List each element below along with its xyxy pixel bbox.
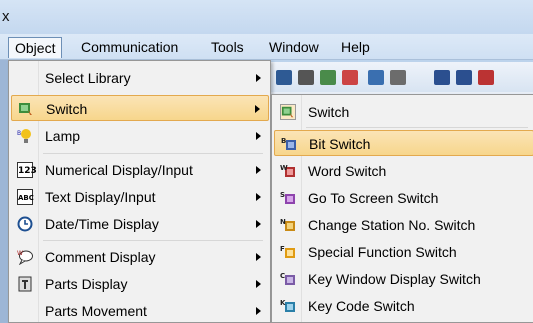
menu-item-label: Comment Display [45, 249, 156, 265]
toolbar-icon-1[interactable] [276, 70, 292, 85]
object-menu: Select Library Switch B Lamp 123 Numeric… [8, 60, 271, 323]
menu-item-label: Lamp [45, 128, 81, 144]
lamp-icon: B [17, 128, 33, 144]
switch-submenu: Switch B Bit Switch W Word Switch S Go T… [271, 94, 533, 323]
menu-window[interactable]: Window [263, 37, 325, 58]
menu-item-label: Word Switch [308, 163, 387, 179]
bit-switch-icon-letter: B [281, 137, 286, 145]
menu-item-parts-movement[interactable]: Parts Movement [11, 298, 269, 323]
menu-separator [43, 240, 263, 241]
menu-item-comment-display[interactable]: W Comment Display [11, 244, 269, 270]
submenu-item-word-switch[interactable]: W Word Switch [274, 158, 533, 184]
parts-icon [17, 276, 33, 292]
menu-object[interactable]: Object [8, 37, 63, 58]
special-function-switch-icon: F [280, 244, 296, 260]
title-text: x [2, 8, 10, 25]
menu-item-select-library[interactable]: Select Library [11, 65, 269, 91]
text-icon: ABC [17, 189, 34, 205]
submenu-arrow-icon [256, 253, 261, 261]
go-to-screen-switch-icon-letter: S [280, 191, 285, 199]
submenu-arrow-icon [256, 74, 261, 82]
submenu-item-key-window-display-switch[interactable]: C Key Window Display Switch [274, 266, 533, 292]
change-station-switch-icon-letter: N [280, 218, 286, 226]
menu-item-text-display[interactable]: ABC Text Display/Input [11, 184, 269, 210]
word-switch-icon-letter: W [280, 164, 288, 172]
toolbar-icon-2[interactable] [298, 70, 314, 85]
comment-icon: W [17, 249, 33, 266]
menu-item-label: Parts Display [45, 276, 128, 292]
menu-item-switch[interactable]: Switch [11, 95, 269, 121]
word-switch-icon: W [280, 163, 296, 179]
submenu-item-change-station-switch[interactable]: N Change Station No. Switch [274, 212, 533, 238]
menu-separator [43, 153, 263, 154]
menu-communication[interactable]: Communication [75, 37, 184, 58]
menu-item-label: Text Display/Input [45, 189, 156, 205]
submenu-arrow-icon [256, 220, 261, 228]
switch-icon [280, 104, 296, 120]
menu-item-label: Parts Movement [45, 303, 147, 319]
menu-item-label: Change Station No. Switch [308, 217, 476, 233]
menu-item-label: Switch [46, 101, 88, 117]
menu-item-label: Select Library [45, 70, 131, 86]
switch-icon [18, 101, 34, 117]
menu-tools[interactable]: Tools [205, 37, 250, 58]
submenu-arrow-icon [256, 307, 261, 315]
menu-item-label: Bit Switch [309, 136, 371, 152]
submenu-item-go-to-screen-switch[interactable]: S Go To Screen Switch [274, 185, 533, 211]
menu-item-lamp[interactable]: B Lamp [11, 123, 269, 149]
menu-item-label: Key Code Switch [308, 298, 415, 314]
menu-separator [306, 127, 528, 128]
submenu-item-switch[interactable]: Switch [274, 99, 533, 125]
go-to-screen-switch-icon: S [280, 190, 296, 206]
key-code-switch-icon: K [280, 298, 296, 314]
toolbar-icon-3[interactable] [320, 70, 336, 85]
menu-item-numerical-display[interactable]: 123 Numerical Display/Input [11, 157, 269, 183]
toolbar-icon-5[interactable] [368, 70, 384, 85]
submenu-item-bit-switch[interactable]: B Bit Switch [274, 130, 533, 156]
numerical-icon: 123 [17, 162, 37, 178]
menu-item-label: Special Function Switch [308, 244, 457, 260]
menu-item-label: Switch [308, 104, 350, 120]
submenu-arrow-icon [256, 132, 261, 140]
svg-text:W: W [17, 250, 23, 257]
clock-icon [17, 216, 33, 232]
menu-item-date-time-display[interactable]: Date/Time Display [11, 211, 269, 237]
bit-switch-icon: B [281, 136, 297, 152]
svg-text:B: B [17, 130, 21, 137]
title-bar: x [0, 0, 533, 34]
special-function-switch-icon-letter: F [280, 245, 285, 253]
menu-item-label: Go To Screen Switch [308, 190, 439, 206]
submenu-arrow-icon [256, 166, 261, 174]
toolbar-icon-9[interactable] [478, 70, 494, 85]
submenu-arrow-icon [255, 105, 260, 113]
menu-help[interactable]: Help [335, 37, 376, 58]
menu-item-parts-display[interactable]: Parts Display [11, 271, 269, 297]
menu-item-label: Key Window Display Switch [308, 271, 481, 287]
toolbar [262, 62, 533, 92]
window-edge [0, 60, 8, 323]
key-window-switch-icon-letter: C [280, 272, 285, 280]
menu-item-label: Date/Time Display [45, 216, 159, 232]
toolbar-icon-7[interactable] [434, 70, 450, 85]
menu-item-label: Numerical Display/Input [45, 162, 193, 178]
menu-bar: Object Communication Tools Window Help [0, 34, 533, 60]
toolbar-icon-6[interactable] [390, 70, 406, 85]
submenu-arrow-icon [256, 193, 261, 201]
change-station-switch-icon: N [280, 217, 296, 233]
key-window-switch-icon: C [280, 271, 296, 287]
toolbar-icon-4[interactable] [342, 70, 358, 85]
toolbar-icon-8[interactable] [456, 70, 472, 85]
submenu-item-key-code-switch[interactable]: K Key Code Switch [274, 293, 533, 319]
submenu-item-special-function-switch[interactable]: F Special Function Switch [274, 239, 533, 265]
submenu-arrow-icon [256, 280, 261, 288]
key-code-switch-icon-letter: K [280, 299, 286, 307]
